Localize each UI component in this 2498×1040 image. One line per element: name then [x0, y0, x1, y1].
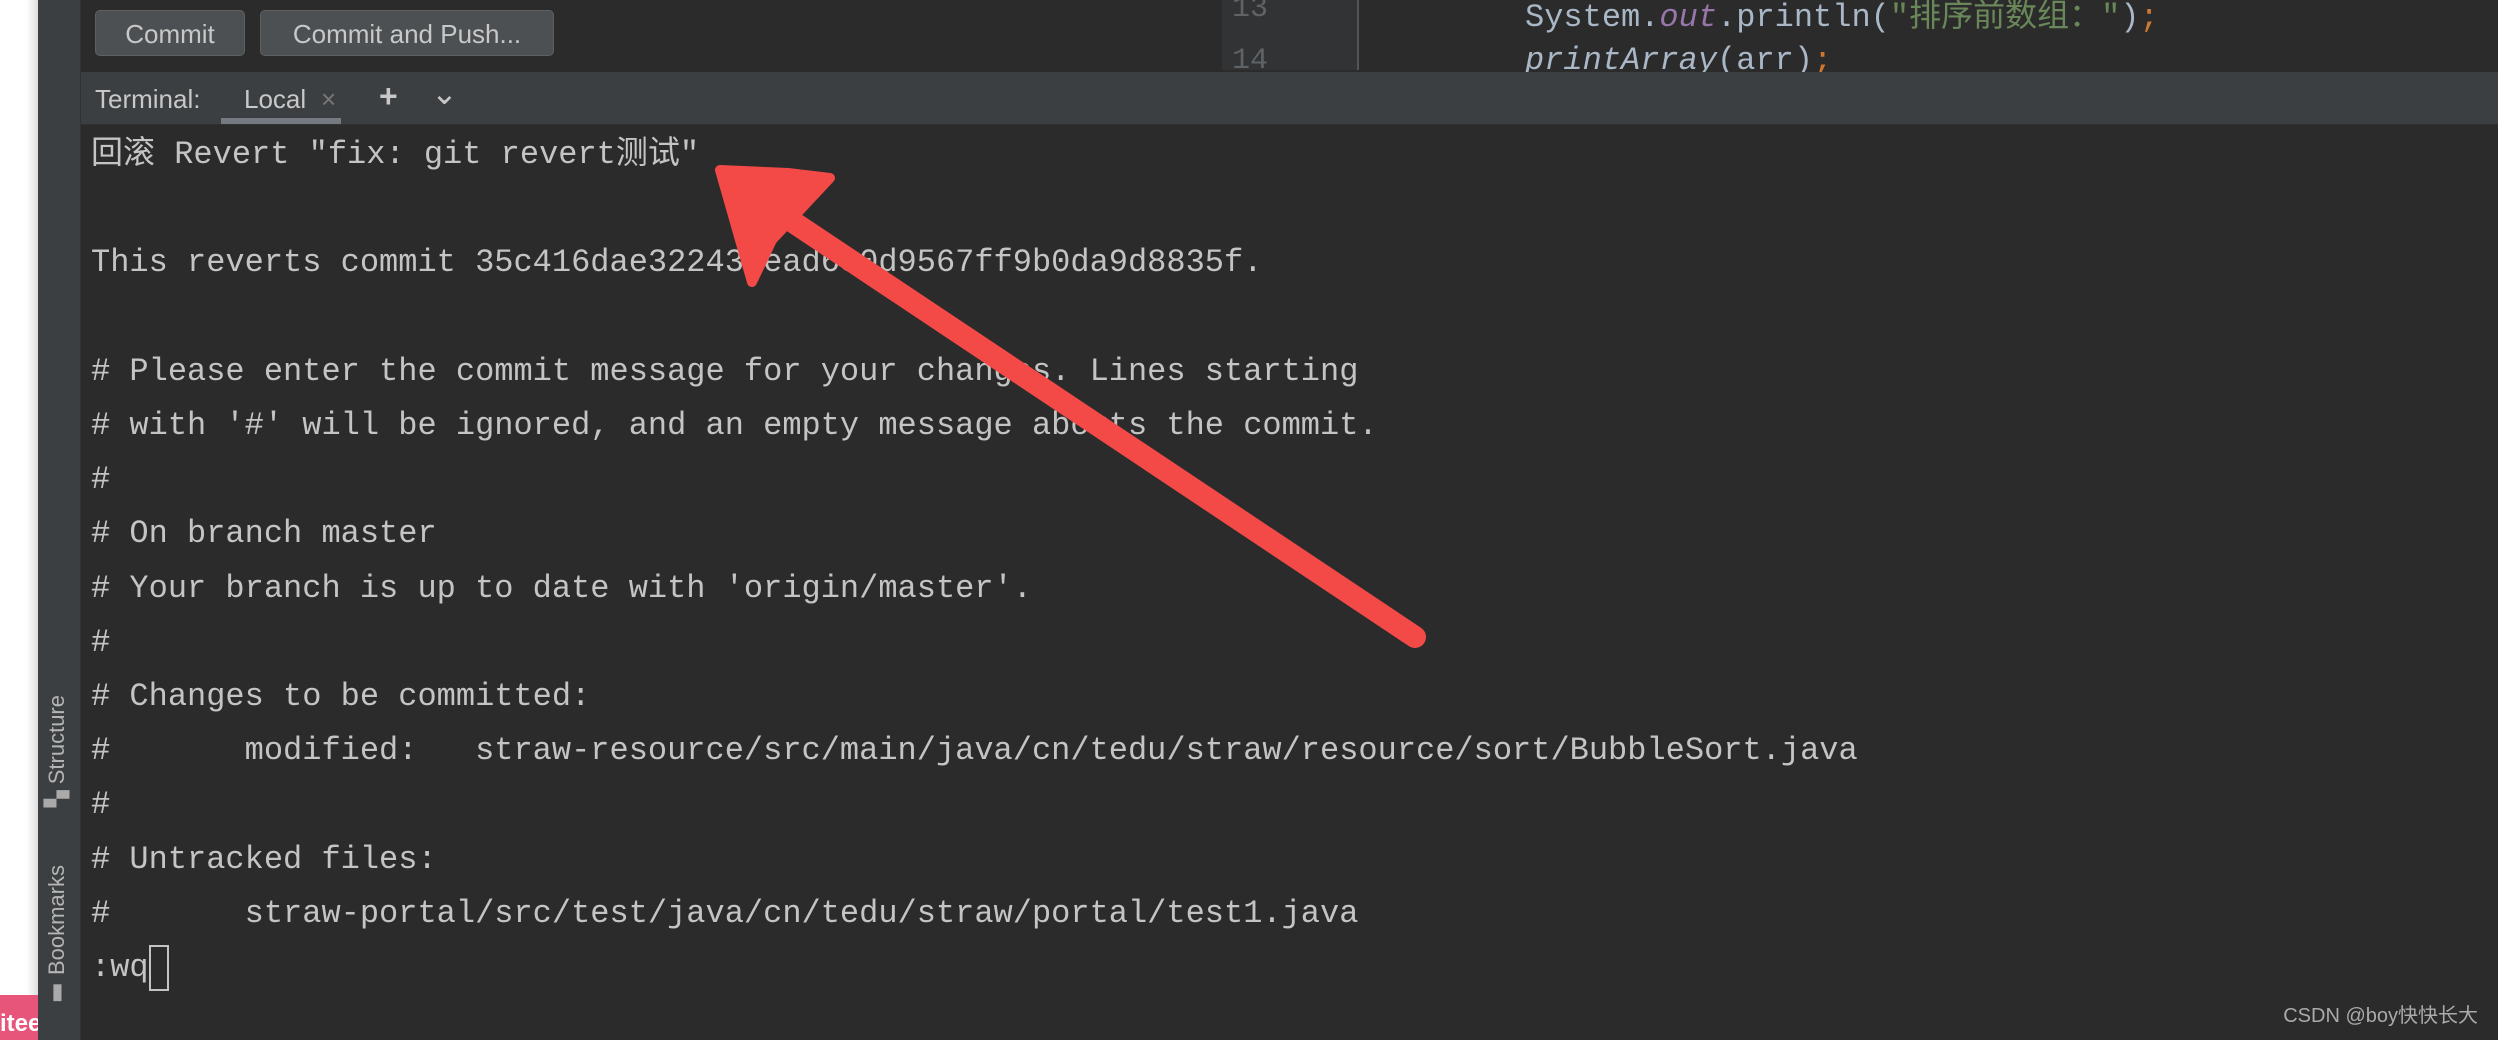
- annotation-arrow: [715, 165, 1426, 648]
- arrow-shaft: [779, 209, 1426, 648]
